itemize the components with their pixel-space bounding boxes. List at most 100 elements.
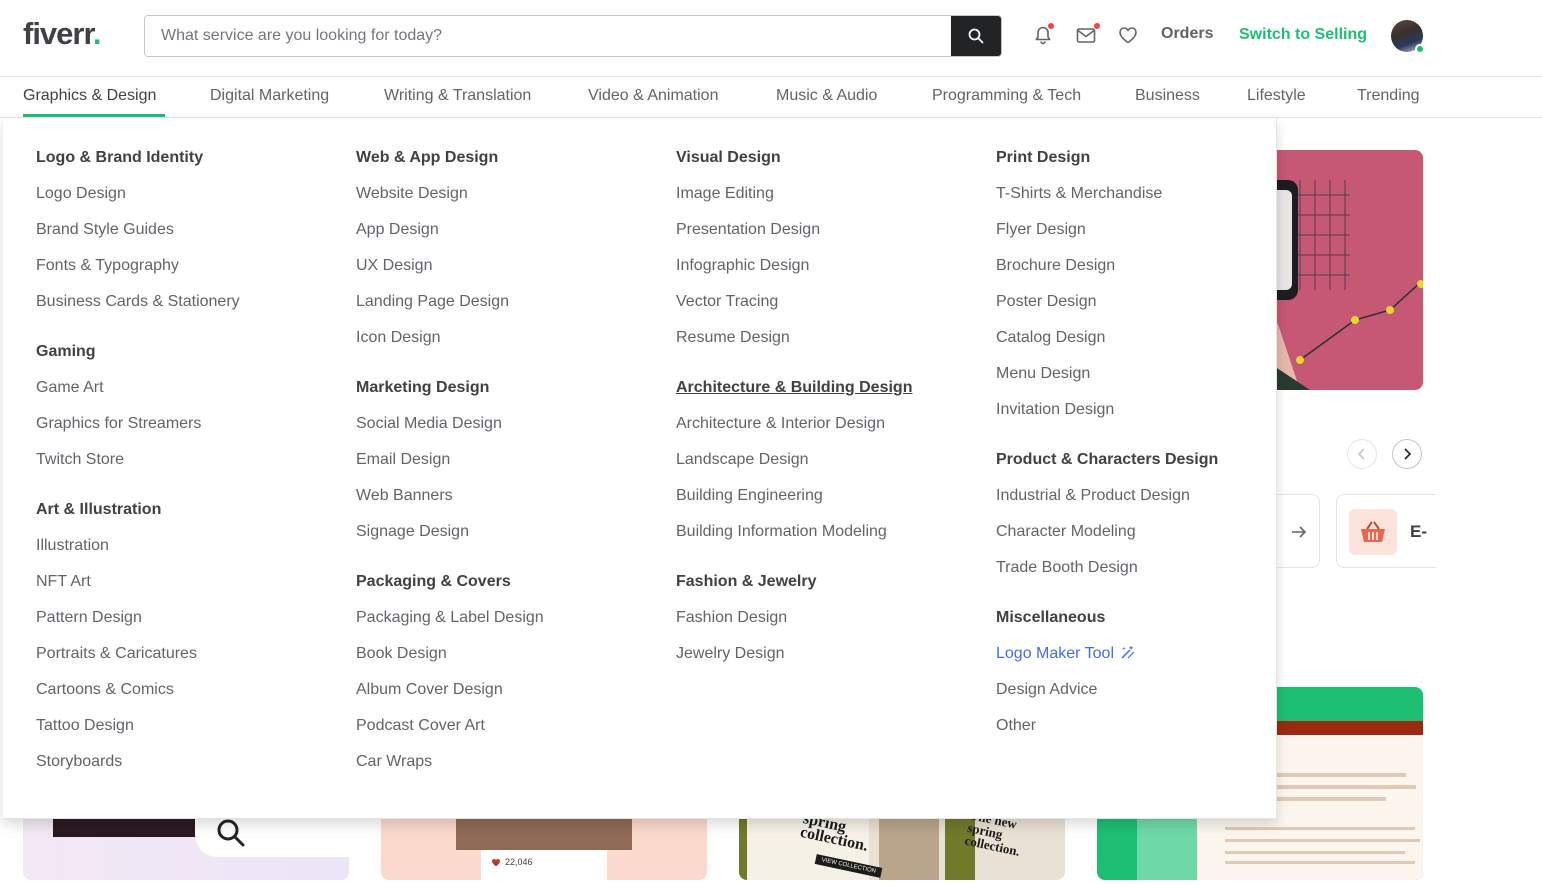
menu-item-podcast-cover[interactable]: Podcast Cover Art: [356, 716, 656, 752]
menu-heading[interactable]: Visual Design: [676, 148, 976, 184]
menu-item-graphics-streamers[interactable]: Graphics for Streamers: [36, 414, 336, 450]
notifications-button[interactable]: [1031, 23, 1055, 47]
menu-item-app-design[interactable]: App Design: [356, 220, 656, 256]
category-video-animation[interactable]: Video & Animation: [588, 87, 718, 105]
menu-heading[interactable]: Fashion & Jewelry: [676, 572, 976, 608]
logo-text: fiverr: [23, 16, 94, 51]
carousel-prev-button[interactable]: [1347, 439, 1377, 469]
menu-item-industrial-product[interactable]: Industrial & Product Design: [996, 486, 1296, 522]
menu-heading[interactable]: Architecture & Building Design: [676, 378, 976, 414]
logo-dot: .: [92, 16, 102, 51]
menu-item-resume-design[interactable]: Resume Design: [676, 328, 976, 364]
menu-item-architecture-interior[interactable]: Architecture & Interior Design: [676, 414, 976, 450]
heart-filled-icon: [492, 859, 500, 867]
category-card-ecommerce[interactable]: E-: [1336, 494, 1436, 568]
menu-item-fonts-typography[interactable]: Fonts & Typography: [36, 256, 336, 292]
menu-item-nft-art[interactable]: NFT Art: [36, 572, 336, 608]
menu-item-building-engineering[interactable]: Building Engineering: [676, 486, 976, 522]
menu-item-business-cards[interactable]: Business Cards & Stationery: [36, 292, 336, 328]
menu-item-invitation[interactable]: Invitation Design: [996, 400, 1296, 436]
menu-item-album-cover[interactable]: Album Cover Design: [356, 680, 656, 716]
menu-group-logo-brand: Logo & Brand Identity Logo Design Brand …: [36, 148, 336, 328]
search-button[interactable]: [951, 16, 1001, 56]
magic-wand-icon: [1121, 645, 1135, 659]
menu-item-brand-style-guides[interactable]: Brand Style Guides: [36, 220, 336, 256]
menu-item-twitch-store[interactable]: Twitch Store: [36, 450, 336, 486]
menu-item-other[interactable]: Other: [996, 716, 1296, 752]
menu-item-catalog[interactable]: Catalog Design: [996, 328, 1296, 364]
menu-heading[interactable]: Marketing Design: [356, 378, 656, 414]
menu-item-bim[interactable]: Building Information Modeling: [676, 522, 976, 558]
category-graphics-design[interactable]: Graphics & Design: [23, 87, 156, 105]
menu-item-social-media[interactable]: Social Media Design: [356, 414, 656, 450]
menu-item-logo-maker-tool[interactable]: Logo Maker Tool: [996, 644, 1296, 680]
menu-item-flyer[interactable]: Flyer Design: [996, 220, 1296, 256]
switch-to-selling-link[interactable]: Switch to Selling: [1239, 26, 1367, 44]
menu-item-pattern-design[interactable]: Pattern Design: [36, 608, 336, 644]
menu-item-poster[interactable]: Poster Design: [996, 292, 1296, 328]
category-card-label: E-: [1410, 522, 1427, 541]
menu-item-menu-design[interactable]: Menu Design: [996, 364, 1296, 400]
fiverr-logo[interactable]: fiverr.: [23, 16, 102, 52]
menu-item-jewelry-design[interactable]: Jewelry Design: [676, 644, 976, 680]
menu-item-book-design[interactable]: Book Design: [356, 644, 656, 680]
carousel-next-button[interactable]: [1392, 439, 1422, 469]
menu-heading[interactable]: Product & Characters Design: [996, 450, 1296, 486]
menu-item-tattoo-design[interactable]: Tattoo Design: [36, 716, 336, 752]
menu-heading[interactable]: Print Design: [996, 148, 1296, 184]
menu-item-signage[interactable]: Signage Design: [356, 522, 656, 558]
avatar[interactable]: [1391, 20, 1425, 54]
category-digital-marketing[interactable]: Digital Marketing: [210, 87, 329, 105]
menu-item-vector-tracing[interactable]: Vector Tracing: [676, 292, 976, 328]
menu-item-brochure[interactable]: Brochure Design: [996, 256, 1296, 292]
messages-button[interactable]: [1074, 23, 1100, 47]
menu-heading[interactable]: Packaging & Covers: [356, 572, 656, 608]
menu-column-4: Print Design T-Shirts & Merchandise Flye…: [996, 148, 1296, 766]
favorites-button[interactable]: [1116, 23, 1140, 47]
menu-heading[interactable]: Web & App Design: [356, 148, 656, 184]
menu-item-logo-design[interactable]: Logo Design: [36, 184, 336, 220]
menu-item-game-art[interactable]: Game Art: [36, 378, 336, 414]
menu-item-character-modeling[interactable]: Character Modeling: [996, 522, 1296, 558]
menu-item-landing-page[interactable]: Landing Page Design: [356, 292, 656, 328]
gig-card-3[interactable]: spring collection. The new spring collec…: [739, 815, 1065, 880]
menu-item-icon-design[interactable]: Icon Design: [356, 328, 656, 364]
menu-item-website-design[interactable]: Website Design: [356, 184, 656, 220]
menu-item-infographic[interactable]: Infographic Design: [676, 256, 976, 292]
menu-heading[interactable]: Miscellaneous: [996, 608, 1296, 644]
category-trending[interactable]: Trending: [1357, 87, 1420, 105]
menu-item-image-editing[interactable]: Image Editing: [676, 184, 976, 220]
menu-item-trade-booth[interactable]: Trade Booth Design: [996, 558, 1296, 594]
chevron-left-icon: [1357, 448, 1365, 460]
category-music-audio[interactable]: Music & Audio: [776, 87, 877, 105]
category-programming-tech[interactable]: Programming & Tech: [932, 87, 1081, 105]
gig-card-2[interactable]: 22,046: [381, 815, 707, 880]
menu-item-fashion-design[interactable]: Fashion Design: [676, 608, 976, 644]
category-business[interactable]: Business: [1135, 87, 1200, 105]
menu-item-car-wraps[interactable]: Car Wraps: [356, 752, 656, 788]
menu-item-tshirts[interactable]: T-Shirts & Merchandise: [996, 184, 1296, 220]
menu-item-presentation[interactable]: Presentation Design: [676, 220, 976, 256]
menu-item-web-banners[interactable]: Web Banners: [356, 486, 656, 522]
menu-item-packaging-label[interactable]: Packaging & Label Design: [356, 608, 656, 644]
menu-item-storyboards[interactable]: Storyboards: [36, 752, 336, 788]
menu-item-email-design[interactable]: Email Design: [356, 450, 656, 486]
gig-card-4[interactable]: [1097, 815, 1423, 880]
category-writing-translation[interactable]: Writing & Translation: [384, 87, 531, 105]
menu-column-2: Web & App Design Website Design App Desi…: [356, 148, 656, 802]
menu-item-ux-design[interactable]: UX Design: [356, 256, 656, 292]
envelope-icon: [1076, 28, 1096, 43]
menu-heading[interactable]: Logo & Brand Identity: [36, 148, 336, 184]
menu-item-landscape[interactable]: Landscape Design: [676, 450, 976, 486]
gig-card-1[interactable]: [23, 815, 349, 880]
search-input[interactable]: [145, 16, 953, 56]
menu-item-design-advice[interactable]: Design Advice: [996, 680, 1296, 716]
menu-item-illustration[interactable]: Illustration: [36, 536, 336, 572]
category-lifestyle[interactable]: Lifestyle: [1247, 87, 1306, 105]
menu-heading[interactable]: Gaming: [36, 342, 336, 378]
menu-item-cartoons[interactable]: Cartoons & Comics: [36, 680, 336, 716]
menu-item-portraits[interactable]: Portraits & Caricatures: [36, 644, 336, 680]
notification-dot: [1048, 23, 1054, 29]
orders-link[interactable]: Orders: [1161, 25, 1213, 43]
menu-heading[interactable]: Art & Illustration: [36, 500, 336, 536]
